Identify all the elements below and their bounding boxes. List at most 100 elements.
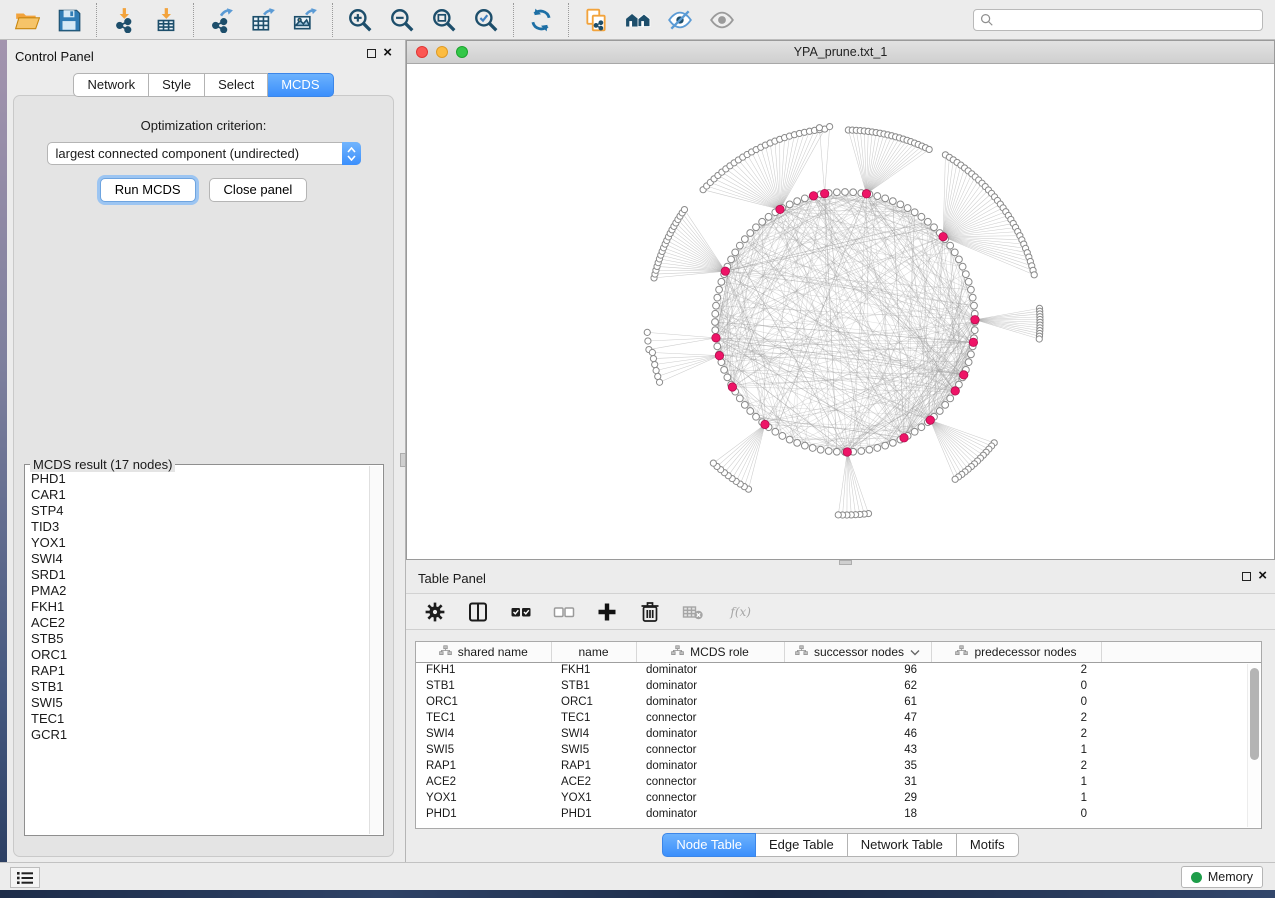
network-node[interactable] [716,286,723,293]
table-cell[interactable]: ORC1 [551,694,636,710]
network-node[interactable] [858,448,865,455]
table-cell[interactable]: PHD1 [551,806,636,822]
duplicate-network-icon[interactable] [582,6,610,34]
table-cell[interactable]: 62 [784,678,931,694]
network-node[interactable] [833,448,840,455]
network-node[interactable] [652,361,658,367]
table-cell[interactable]: 18 [784,806,931,822]
refresh-icon[interactable] [527,6,555,34]
network-node[interactable] [728,256,735,263]
table-row[interactable]: YOX1YOX1connector291 [416,790,1261,806]
show-all-icon[interactable] [708,6,736,34]
mcds-result-item[interactable]: SRD1 [31,567,369,583]
mcds-result-list[interactable]: PHD1CAR1STP4TID3YOX1SWI4SRD1PMA2FKH1ACE2… [31,471,369,833]
network-node[interactable] [936,408,943,415]
trash-icon[interactable] [637,599,663,625]
columns-icon[interactable] [465,599,491,625]
mcds-result-item[interactable]: CAR1 [31,487,369,503]
tab-network[interactable]: Network [73,73,149,97]
table-cell[interactable]: FKH1 [551,662,636,678]
zoom-selected-icon[interactable] [472,6,500,34]
table-row[interactable]: PHD1PHD1dominator180 [416,806,1261,822]
sort-chevron-icon[interactable] [910,645,920,659]
network-node[interactable] [736,242,743,249]
network-node[interactable] [931,224,938,231]
table-cell[interactable]: 46 [784,726,931,742]
mcds-dominator-node[interactable] [969,338,977,346]
table-cell[interactable]: STB1 [551,678,636,694]
table-cell[interactable]: connector [636,710,784,726]
mcds-dominator-node[interactable] [715,351,723,359]
mcds-dominator-node[interactable] [712,334,720,342]
mcds-dominator-node[interactable] [900,434,908,442]
export-table-icon[interactable] [249,6,277,34]
network-node[interactable] [969,294,976,301]
network-node[interactable] [786,436,793,443]
network-node[interactable] [721,366,728,373]
gear-icon[interactable] [422,599,448,625]
table-cell[interactable]: connector [636,774,784,790]
close-window-icon[interactable] [416,46,428,58]
network-node[interactable] [833,189,840,196]
close-panel-icon[interactable]: × [1258,571,1267,581]
table-cell[interactable]: connector [636,742,784,758]
table-cell[interactable]: TEC1 [551,710,636,726]
network-node[interactable] [747,230,754,237]
mcds-dominator-node[interactable] [761,420,769,428]
mcds-result-item[interactable]: SWI4 [31,551,369,567]
network-node[interactable] [918,424,925,431]
network-node[interactable] [911,209,918,216]
table-cell[interactable]: PHD1 [416,806,551,822]
mcds-result-item[interactable]: YOX1 [31,535,369,551]
network-node[interactable] [882,442,889,449]
tab-select[interactable]: Select [205,73,268,97]
mcds-dominator-node[interactable] [721,267,729,275]
mcds-dominator-node[interactable] [939,233,947,241]
tab-network-table[interactable]: Network Table [848,833,957,857]
table-cell[interactable]: 1 [931,774,1101,790]
network-node[interactable] [794,198,801,205]
mcds-result-item[interactable]: TID3 [31,519,369,535]
network-node[interactable] [904,205,911,212]
table-cell[interactable]: ORC1 [416,694,551,710]
table-cell[interactable]: 43 [784,742,931,758]
table-cell[interactable]: dominator [636,694,784,710]
network-node[interactable] [968,351,975,358]
network-node[interactable] [741,236,748,243]
float-panel-icon[interactable] [1242,572,1251,581]
network-node[interactable] [956,256,963,263]
search-box[interactable] [973,9,1263,31]
mcds-result-item[interactable]: STP4 [31,503,369,519]
mcds-result-item[interactable]: SWI5 [31,695,369,711]
network-node[interactable] [850,189,857,196]
network-node[interactable] [971,302,978,309]
network-node[interactable] [942,401,949,408]
network-window-titlebar[interactable]: YPA_prune.txt_1 [407,41,1274,64]
network-node[interactable] [765,213,772,220]
new-network-from-selection-icon[interactable] [624,6,652,34]
network-node[interactable] [952,476,958,482]
network-node[interactable] [714,343,721,350]
network-node[interactable] [825,448,832,455]
network-node[interactable] [971,327,978,334]
mcds-result-item[interactable]: FKH1 [31,599,369,615]
table-cell[interactable]: SWI5 [551,742,636,758]
network-node[interactable] [968,286,975,293]
mcds-dominator-node[interactable] [776,205,784,213]
network-node[interactable] [889,198,896,205]
mcds-dominator-node[interactable] [951,387,959,395]
network-node[interactable] [655,373,661,379]
table-cell[interactable]: 2 [931,662,1101,678]
zoom-window-icon[interactable] [456,46,468,58]
hide-selected-icon[interactable] [666,6,694,34]
network-node[interactable] [827,124,833,130]
table-cell[interactable]: TEC1 [416,710,551,726]
network-node[interactable] [911,428,918,435]
zoom-out-icon[interactable] [388,6,416,34]
select-all-icon[interactable] [508,599,534,625]
criterion-dropdown[interactable]: largest connected component (undirected) [47,142,361,165]
table-cell[interactable]: 0 [931,806,1101,822]
mcds-dominator-node[interactable] [960,371,968,379]
network-canvas[interactable] [407,64,1274,559]
network-node[interactable] [965,278,972,285]
